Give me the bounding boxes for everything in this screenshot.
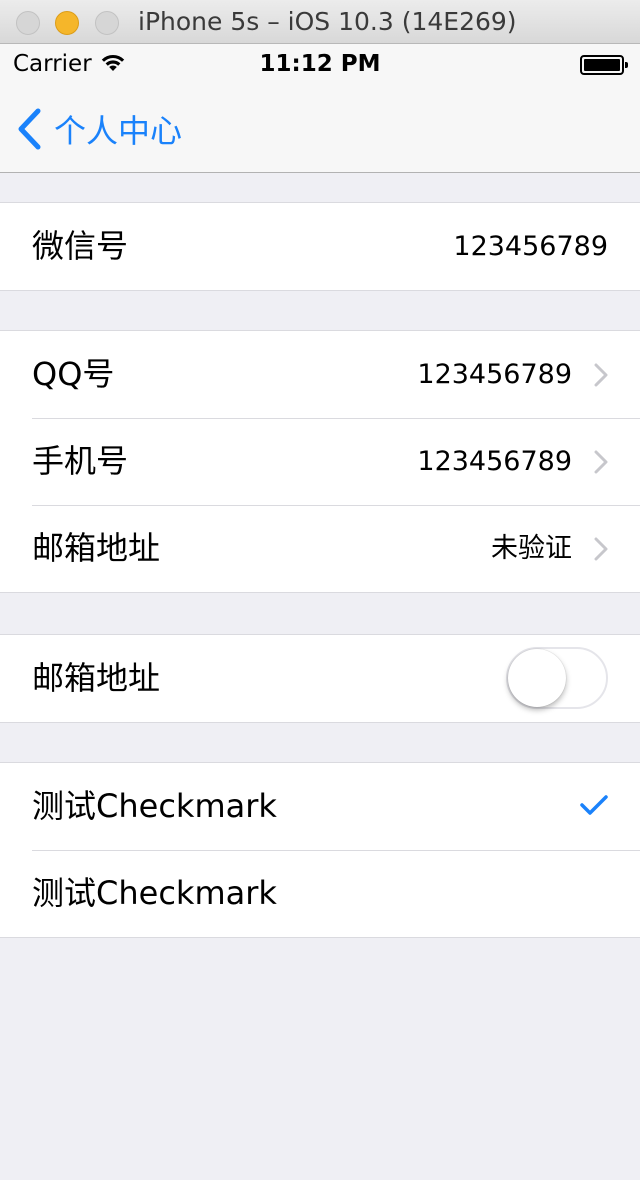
switch-knob [508,649,566,707]
table-row-qq[interactable]: QQ号 123456789 [0,331,640,418]
row-value: 123456789 [453,231,608,262]
disclosure-chevron-icon [594,537,608,565]
section-checkmark: 测试Checkmark 测试Checkmark [0,762,640,938]
back-chevron-icon [16,108,42,150]
zoom-window-button[interactable] [95,11,119,35]
email-toggle-switch[interactable] [506,647,608,709]
navigation-bar: 个人中心 [0,84,640,173]
table-row-wechat-id: 微信号 123456789 [0,203,640,290]
disclosure-chevron-icon [594,450,608,478]
back-button[interactable]: 个人中心 [16,106,182,152]
row-value: 123456789 [417,359,572,390]
status-bar: Carrier 11:12 PM [0,44,640,84]
row-label: 测试Checkmark [32,874,277,912]
row-label: 手机号 [32,442,129,480]
table-row-email[interactable]: 邮箱地址 未验证 [0,505,640,592]
battery-icon [580,55,628,75]
section-email-switch: 邮箱地址 [0,634,640,723]
minimize-window-button[interactable] [55,11,79,35]
simulator-title-bar: iPhone 5s – iOS 10.3 (14E269) [0,0,640,44]
table-row-phone[interactable]: 手机号 123456789 [0,418,640,505]
section-wechat: 微信号 123456789 [0,202,640,291]
status-time: 11:12 PM [259,51,381,77]
disclosure-chevron-icon [594,363,608,391]
row-label: 邮箱地址 [32,529,161,567]
row-label: 微信号 [32,227,129,265]
row-label: QQ号 [32,355,115,393]
section-accounts: QQ号 123456789 手机号 123456789 邮箱地址 未验证 [0,330,640,593]
table-row-checkmark-1[interactable]: 测试Checkmark [0,763,640,850]
back-button-label: 个人中心 [54,112,183,150]
checkmark-icon [580,794,608,820]
row-label: 邮箱地址 [32,659,161,697]
row-value: 123456789 [417,446,572,477]
table-row-checkmark-2[interactable]: 测试Checkmark [0,850,640,937]
row-value: 未验证 [491,533,572,564]
row-label: 测试Checkmark [32,787,277,825]
table-row-email-switch: 邮箱地址 [0,635,640,722]
close-window-button[interactable] [16,11,40,35]
window-title: iPhone 5s – iOS 10.3 (14E269) [138,7,517,36]
